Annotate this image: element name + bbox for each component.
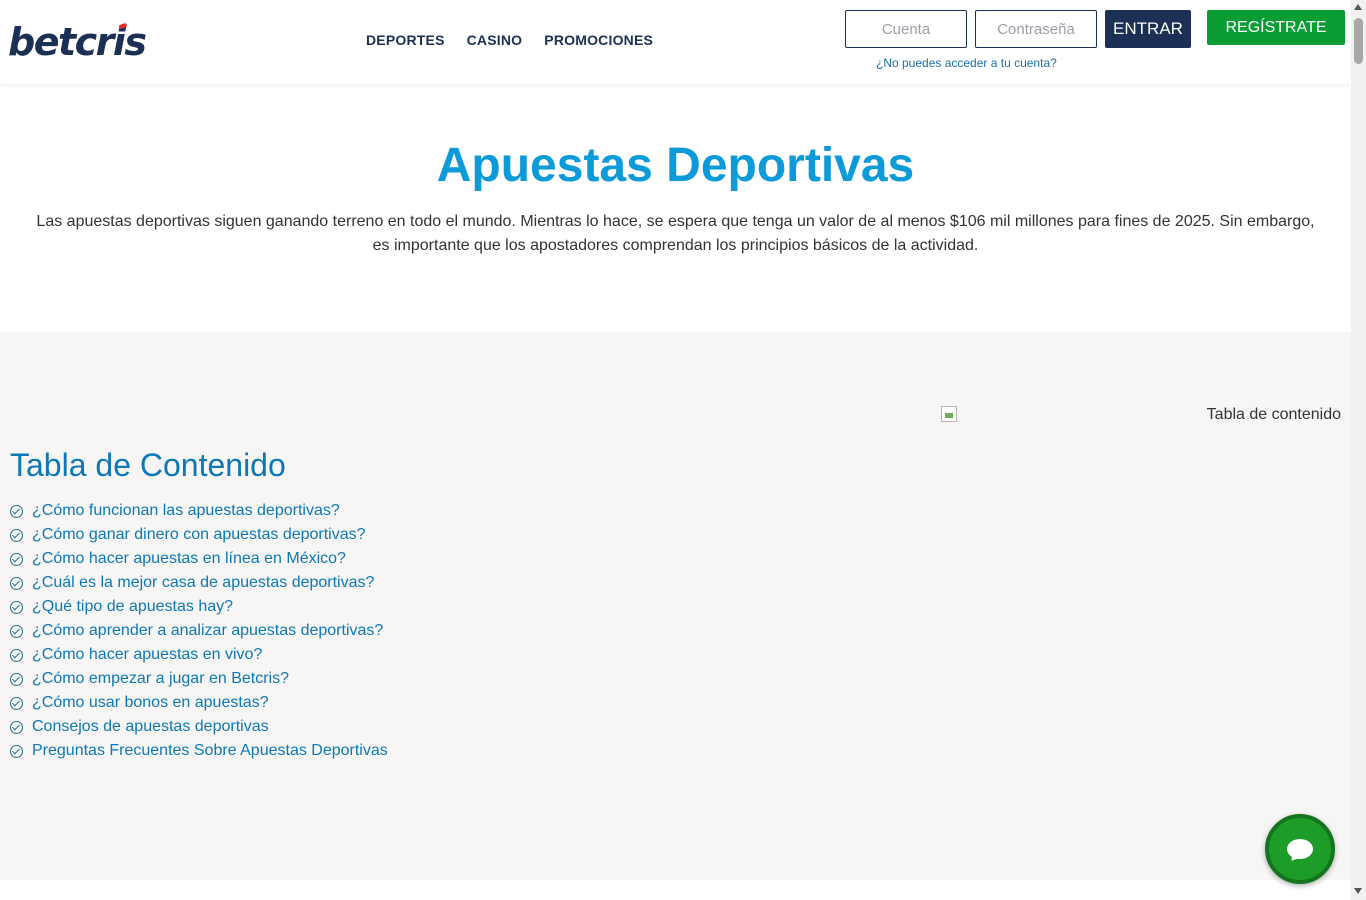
toc-link[interactable]: ¿Cuál es la mejor casa de apuestas depor… xyxy=(32,574,374,592)
list-item: ¿Cómo funcionan las apuestas deportivas? xyxy=(10,499,388,523)
check-circle-icon xyxy=(10,672,23,686)
list-item: ¿Cómo hacer apuestas en vivo? xyxy=(10,643,388,667)
nav-deportes[interactable]: DEPORTES xyxy=(366,32,445,48)
toc-link[interactable]: ¿Qué tipo de apuestas hay? xyxy=(32,598,233,616)
page-title: Apuestas Deportivas xyxy=(436,139,915,192)
toc-link[interactable]: Consejos de apuestas deportivas xyxy=(32,718,269,736)
toc-link[interactable]: ¿Cómo aprender a analizar apuestas depor… xyxy=(32,622,383,640)
broken-image-icon xyxy=(941,406,957,422)
main-nav: DEPORTES CASINO PROMOCIONES xyxy=(366,32,653,48)
site-header: betcris DEPORTES CASINO PROMOCIONES ENTR… xyxy=(0,0,1351,84)
check-circle-icon xyxy=(10,624,23,638)
login-button[interactable]: ENTRAR xyxy=(1105,10,1191,48)
scroll-down-arrow-icon[interactable] xyxy=(1354,888,1362,894)
register-button[interactable]: REGÍSTRATE xyxy=(1207,10,1345,45)
account-input[interactable] xyxy=(845,10,967,48)
check-circle-icon xyxy=(10,504,23,518)
nav-promociones[interactable]: PROMOCIONES xyxy=(544,32,653,48)
check-circle-icon xyxy=(10,720,23,734)
list-item: ¿Cómo hacer apuestas en línea en México? xyxy=(10,547,388,571)
check-circle-icon xyxy=(10,528,23,542)
list-item: ¿Cómo aprender a analizar apuestas depor… xyxy=(10,619,388,643)
table-of-contents-section: Tabla de contenido Tabla de Contenido ¿C… xyxy=(0,332,1351,880)
check-circle-icon xyxy=(10,576,23,590)
toc-link[interactable]: ¿Cómo usar bonos en apuestas? xyxy=(32,694,269,712)
check-circle-icon xyxy=(10,600,23,614)
toc-image: Tabla de contenido xyxy=(941,406,1341,424)
toc-link[interactable]: ¿Cómo funcionan las apuestas deportivas? xyxy=(32,502,340,520)
list-item: Preguntas Frecuentes Sobre Apuestas Depo… xyxy=(10,739,388,763)
toc-link[interactable]: Preguntas Frecuentes Sobre Apuestas Depo… xyxy=(32,742,388,760)
password-input[interactable] xyxy=(975,10,1097,48)
list-item: ¿Cuál es la mejor casa de apuestas depor… xyxy=(10,571,388,595)
toc-link[interactable]: ¿Cómo hacer apuestas en línea en México? xyxy=(32,550,346,568)
toc-list: ¿Cómo funcionan las apuestas deportivas?… xyxy=(10,499,388,763)
toc-link[interactable]: ¿Cómo hacer apuestas en vivo? xyxy=(32,646,262,664)
chat-bubble-icon xyxy=(1287,839,1313,859)
toc-title: Tabla de Contenido xyxy=(10,447,286,483)
toc-link[interactable]: ¿Cómo ganar dinero con apuestas deportiv… xyxy=(32,526,366,544)
toc-link[interactable]: ¿Cómo empezar a jugar en Betcris? xyxy=(32,670,289,688)
check-circle-icon xyxy=(10,744,23,758)
check-circle-icon xyxy=(10,552,23,566)
list-item: ¿Cómo usar bonos en apuestas? xyxy=(10,691,388,715)
scroll-up-arrow-icon[interactable] xyxy=(1354,4,1362,10)
chat-button[interactable] xyxy=(1265,814,1335,884)
nav-casino[interactable]: CASINO xyxy=(467,32,523,48)
forgot-account-link[interactable]: ¿No puedes acceder a tu cuenta? xyxy=(876,56,1057,70)
toc-image-alt-text: Tabla de contenido xyxy=(1206,406,1341,423)
check-circle-icon xyxy=(10,648,23,662)
page-scrollbar[interactable] xyxy=(1351,0,1366,900)
hero-section: Apuestas Deportivas Las apuestas deporti… xyxy=(0,84,1351,332)
list-item: ¿Cómo empezar a jugar en Betcris? xyxy=(10,667,388,691)
scrollbar-thumb[interactable] xyxy=(1354,18,1363,64)
check-circle-icon xyxy=(10,696,23,710)
list-item: Consejos de apuestas deportivas xyxy=(10,715,388,739)
list-item: ¿Qué tipo de apuestas hay? xyxy=(10,595,388,619)
betcris-logo[interactable]: betcris xyxy=(8,22,147,62)
list-item: ¿Cómo ganar dinero con apuestas deportiv… xyxy=(10,523,388,547)
intro-paragraph: Las apuestas deportivas siguen ganando t… xyxy=(36,213,1315,254)
